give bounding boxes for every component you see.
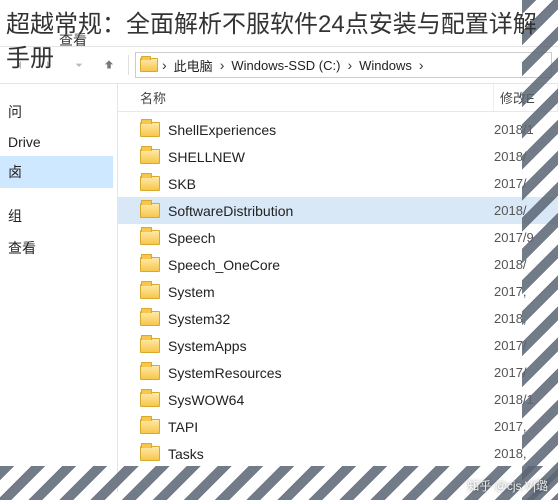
table-row[interactable]: SKB 2017/ [118,170,558,197]
folder-icon [140,58,158,72]
folder-icon [140,149,160,164]
toolbar: › 此电脑 › Windows-SSD (C:) › Windows › [0,46,558,84]
breadcrumb-this-pc[interactable]: 此电脑 [171,54,216,77]
file-date: 2018/ [494,257,558,272]
table-row[interactable]: Speech 2017/9 [118,224,558,251]
folder-icon [140,446,160,461]
file-date: 2018, [494,311,558,326]
separator [128,55,129,75]
file-name: SKB [168,176,196,192]
file-date: 2017/ [494,365,558,380]
folder-icon [140,311,160,326]
nav-forward-button[interactable] [36,51,62,79]
file-name: SystemApps [168,338,247,354]
file-date: 2018/1 [494,122,558,137]
nav-recent-button[interactable] [66,51,92,79]
nav-back-button[interactable] [6,51,32,79]
folder-icon [140,338,160,353]
file-name: SHELLNEW [168,149,245,165]
file-name: Tasks [168,446,204,462]
file-date: 2017/ [494,176,558,191]
table-row[interactable]: SystemApps 2017/ [118,332,558,359]
file-name: SystemResources [168,365,282,381]
table-row[interactable]: ShellExperiences 2018/1 [118,116,558,143]
file-name: ShellExperiences [168,122,276,138]
menubar: 查看 [0,0,558,46]
folder-icon [140,284,160,299]
file-date: 2018/ [494,203,558,218]
file-name: System32 [168,311,230,327]
sidebar: 问Drive卤组查看 [0,84,118,492]
address-bar[interactable]: › 此电脑 › Windows-SSD (C:) › Windows › [135,52,552,78]
table-row[interactable]: Speech_OneCore 2018/ [118,251,558,278]
chevron-right-icon: › [220,57,225,73]
file-name: TAPI [168,419,198,435]
breadcrumb-drive[interactable]: Windows-SSD (C:) [228,56,343,75]
sidebar-item[interactable]: Drive [0,128,113,156]
folder-icon [140,392,160,407]
table-row[interactable]: System 2017, [118,278,558,305]
sidebar-item[interactable] [0,188,113,200]
folder-icon [140,257,160,272]
column-date[interactable]: 修改E [494,84,558,111]
table-row[interactable]: SystemResources 2017/ [118,359,558,386]
file-date: 2017, [494,419,558,434]
chevron-down-icon [71,57,87,73]
folder-icon [140,419,160,434]
breadcrumb-folder[interactable]: Windows [356,56,415,75]
file-name: System [168,284,215,300]
file-name: Speech [168,230,215,246]
arrow-right-icon [41,57,57,73]
arrow-left-icon [11,57,27,73]
column-headers: 名称 修改E [118,84,558,112]
file-date: 2017/9 [494,230,558,245]
file-date: 2018/1 [494,392,558,407]
arrow-up-icon [102,58,116,72]
sidebar-item[interactable]: 卤 [0,156,113,188]
chevron-right-icon: › [347,57,352,73]
table-row[interactable]: System32 2018, [118,305,558,332]
table-row[interactable]: Tasks 2018, [118,440,558,467]
file-date: 2017/ [494,338,558,353]
folder-icon [140,176,160,191]
nav-up-button[interactable] [96,51,122,79]
table-row[interactable]: TAPI 2017, [118,413,558,440]
file-name: Speech_OneCore [168,257,280,273]
chevron-right-icon: › [419,57,424,73]
sidebar-item[interactable]: 查看 [0,232,113,264]
file-date: 2017, [494,284,558,299]
sidebar-item[interactable]: 组 [0,200,113,232]
folder-icon [140,122,160,137]
folder-icon [140,230,160,245]
table-row[interactable]: SoftwareDistribution 2018/ [118,197,558,224]
folder-icon [140,365,160,380]
folder-icon [140,203,160,218]
chevron-right-icon: › [162,57,167,73]
table-row[interactable]: SysWOW64 2018/1 [118,386,558,413]
file-name: SoftwareDistribution [168,203,293,219]
file-date: 2018, [494,446,558,461]
main-panel: 名称 修改E ShellExperiences 2018/1 SHELLNEW 201… [118,84,558,492]
sidebar-item[interactable]: 问 [0,96,113,128]
column-name[interactable]: 名称 [118,84,494,111]
file-name: SysWOW64 [168,392,244,408]
file-date: 2018/ [494,149,558,164]
file-list: ShellExperiences 2018/1 SHELLNEW 2018/SKB 20… [118,112,558,471]
table-row[interactable]: SHELLNEW 2018/ [118,143,558,170]
